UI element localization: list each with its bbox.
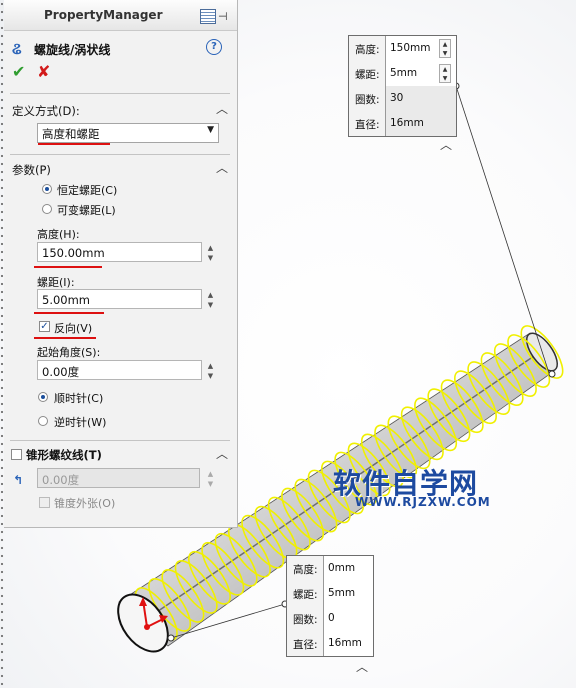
height-input[interactable]: 150.00mm	[37, 242, 202, 262]
callout-top-diameter-row: 直径: 16mm	[349, 111, 456, 136]
taper-angle-spinner: ▲ ▼	[207, 470, 214, 488]
callout-label: 直径:	[293, 639, 318, 651]
taper-outward-label: 锥度外张(O)	[54, 497, 116, 510]
taper-outward-checkbox	[39, 497, 50, 508]
start-angle-input[interactable]: 0.00度	[37, 360, 202, 380]
pin-icon[interactable]: ⊣	[218, 10, 228, 23]
callout-top-leader	[455, 85, 550, 374]
callout-bottom-collapse-icon[interactable]: ︿	[356, 658, 368, 675]
chevron-up-icon[interactable]: ︿	[216, 100, 228, 117]
callout-label: 高度:	[293, 564, 318, 576]
property-manager-title: PropertyManager	[44, 8, 163, 22]
define-by-section-title[interactable]: 定义方式(D):	[12, 103, 80, 119]
helix-end-point[interactable]	[548, 370, 556, 378]
callout-bottom-pitch-value: 5mm	[328, 587, 356, 599]
helix-icon: ଌ	[12, 39, 22, 58]
callout-top: 高度: 150mm ▲ ▼ 螺距: 5mm ▲ ▼ 圈数: 30 直径: 16mm	[348, 35, 457, 137]
height-value: 150.00mm	[42, 246, 105, 260]
chevron-up-icon[interactable]: ︿	[216, 445, 228, 462]
constant-pitch-radio[interactable]	[42, 184, 52, 194]
reverse-label[interactable]: 反向(V)	[54, 320, 92, 336]
callout-bottom-turns-value: 0	[328, 612, 335, 624]
chevron-down-icon[interactable]: ▼	[207, 125, 214, 135]
callout-top-pitch-row: 螺距: 5mm ▲ ▼	[349, 61, 456, 86]
callout-diameter-value: 16mm	[390, 117, 424, 129]
callout-label: 圈数:	[355, 94, 380, 106]
callout-label: 螺距:	[355, 69, 380, 81]
callout-top-height-row: 高度: 150mm ▲ ▼	[349, 36, 456, 61]
callout-bottom-diameter-row: 直径: 16mm	[287, 631, 373, 656]
cancel-icon[interactable]: ✘	[37, 62, 50, 81]
callout-pitch-spinner[interactable]: ▲ ▼	[439, 64, 451, 83]
callout-bottom-pitch-row: 螺距: 5mm	[287, 581, 373, 606]
start-angle-label: 起始角度(S):	[37, 346, 101, 359]
start-angle-spinner[interactable]: ▲ ▼	[205, 361, 216, 381]
define-by-selected-value: 高度和螺距	[42, 127, 100, 141]
callout-pitch-input[interactable]: 5mm	[390, 67, 417, 79]
feature-title: 螺旋线/涡状线	[34, 43, 111, 57]
taper-angle-value: 0.00度	[42, 473, 80, 487]
pitch-input[interactable]: 5.00mm	[37, 289, 202, 309]
taper-angle-icon: ↰	[13, 473, 24, 487]
callout-top-turns-row: 圈数: 30	[349, 86, 456, 111]
annotation-underline	[34, 312, 104, 314]
counterclockwise-label[interactable]: 逆时针(W)	[54, 414, 106, 430]
callout-label: 直径:	[355, 119, 380, 131]
callout-label: 螺距:	[293, 589, 318, 601]
variable-pitch-label[interactable]: 可变螺距(L)	[57, 202, 116, 218]
taper-helix-checkbox[interactable]	[11, 449, 22, 460]
divider	[10, 93, 230, 94]
property-manager-panel: PropertyManager ⊣ ଌ 螺旋线/涡状线 ? ✔ ✘ 定义方式(D…	[4, 0, 238, 528]
chevron-up-icon[interactable]: ︿	[216, 159, 228, 176]
panel-layout-icon[interactable]	[200, 9, 216, 24]
callout-height-input[interactable]: 150mm	[390, 42, 431, 54]
callout-top-collapse-icon[interactable]: ︿	[440, 136, 452, 153]
taper-helix-section-title[interactable]: 锥形螺纹线(T)	[26, 447, 102, 463]
clockwise-label[interactable]: 顺时针(C)	[54, 390, 103, 406]
helix-start-point[interactable]	[167, 634, 175, 642]
reverse-checkbox[interactable]: ✓	[39, 321, 50, 332]
annotation-underline	[34, 266, 102, 268]
taper-angle-input: 0.00度	[37, 468, 200, 488]
divider	[10, 154, 230, 155]
pitch-label: 螺距(I):	[37, 276, 75, 289]
ok-icon[interactable]: ✔	[12, 62, 25, 81]
callout-turns-value: 30	[390, 92, 404, 104]
callout-label: 圈数:	[293, 614, 318, 626]
variable-pitch-radio[interactable]	[42, 204, 52, 214]
feature-header: ଌ 螺旋线/涡状线 ?	[4, 36, 237, 60]
pitch-spinner[interactable]: ▲ ▼	[205, 290, 216, 310]
annotation-underline	[38, 143, 110, 145]
height-spinner[interactable]: ▲ ▼	[205, 243, 216, 263]
counterclockwise-radio[interactable]	[38, 416, 48, 426]
help-icon[interactable]: ?	[206, 39, 222, 55]
pitch-value: 5.00mm	[42, 293, 91, 307]
define-by-dropdown[interactable]: 高度和螺距 ▼	[37, 123, 219, 143]
height-label: 高度(H):	[37, 228, 80, 241]
callout-bottom-diameter-value: 16mm	[328, 637, 362, 649]
callout-bottom-height-value: 0mm	[328, 562, 356, 574]
callout-bottom-height-row: 高度: 0mm	[287, 556, 373, 581]
clockwise-radio[interactable]	[38, 392, 48, 402]
callout-bottom-turns-row: 圈数: 0	[287, 606, 373, 631]
watermark-url: WWW.RJZXW.COM	[355, 495, 491, 509]
callout-bottom: 高度: 0mm 螺距: 5mm 圈数: 0 直径: 16mm	[286, 555, 374, 657]
callout-label: 高度:	[355, 44, 380, 56]
callout-height-spinner[interactable]: ▲ ▼	[439, 39, 451, 58]
divider	[10, 440, 230, 441]
constant-pitch-label[interactable]: 恒定螺距(C)	[57, 182, 117, 198]
annotation-underline	[34, 337, 96, 339]
parameters-section-title[interactable]: 参数(P)	[12, 162, 51, 178]
property-manager-header: PropertyManager ⊣	[4, 0, 237, 31]
start-angle-value: 0.00度	[42, 365, 80, 379]
